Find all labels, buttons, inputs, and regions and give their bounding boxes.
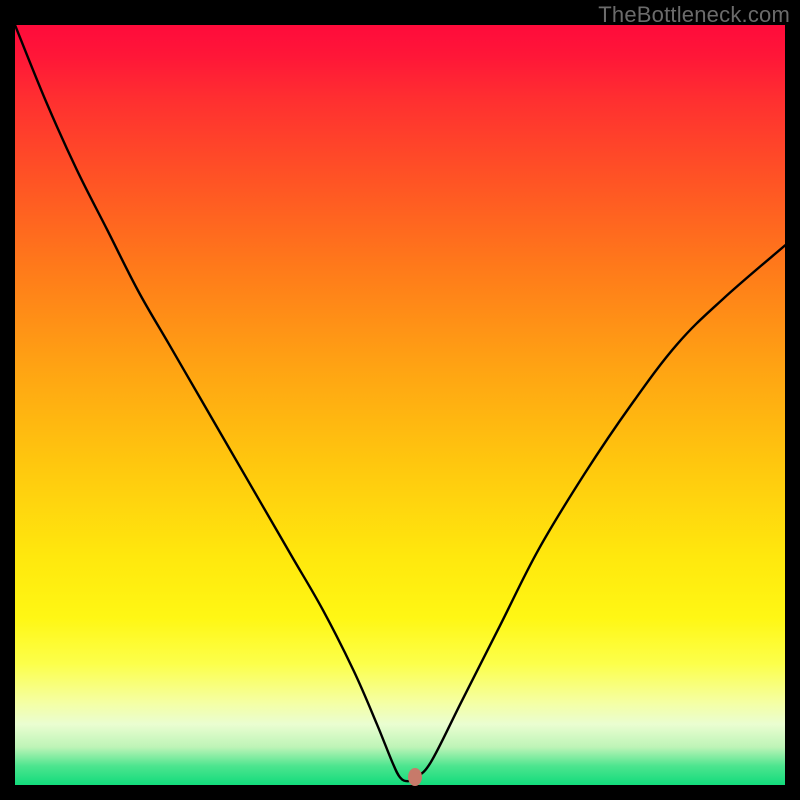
bottleneck-curve: [15, 25, 785, 785]
axis-baseline: [15, 785, 785, 800]
watermark-text: TheBottleneck.com: [598, 2, 790, 28]
chart-frame: TheBottleneck.com: [0, 0, 800, 800]
plot-area: [15, 25, 785, 785]
optimal-point-marker: [408, 768, 422, 786]
